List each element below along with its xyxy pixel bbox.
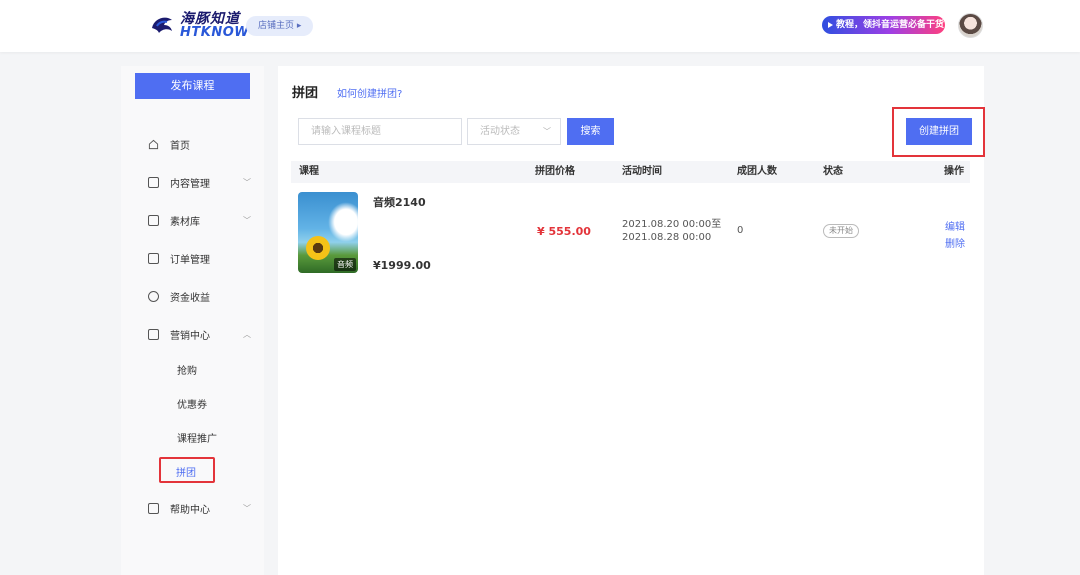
- logo[interactable]: 海豚知道 HTKNOW: [148, 11, 249, 41]
- sidebar-item-home[interactable]: 首页: [121, 134, 264, 154]
- sunflower-image: [306, 236, 330, 260]
- chevron-down-icon: ﹀: [243, 177, 251, 187]
- table-header: 课程 拼团价格 活动时间 成团人数 状态 操作: [291, 161, 970, 183]
- group-price: ¥ 555.00: [537, 225, 591, 238]
- dolphin-logo-icon: [152, 17, 172, 33]
- page-title: 拼团: [292, 86, 319, 101]
- sidebar-item-label: 资金收益: [170, 292, 210, 304]
- sidebar-item-label: 内容管理: [170, 178, 210, 190]
- audio-tag: 音频: [334, 258, 356, 271]
- sidebar-item-help[interactable]: 帮助中心 ﹀: [121, 498, 264, 518]
- course-thumbnail[interactable]: 音频: [298, 192, 358, 273]
- sidebar-item-content[interactable]: 内容管理 ﹀: [121, 172, 264, 192]
- sidebar-item-revenue[interactable]: 资金收益: [121, 286, 264, 306]
- sidebar-item-label: 首页: [170, 140, 190, 152]
- sidebar-item-label: 订单管理: [170, 254, 210, 266]
- sidebar-item-label: 素材库: [170, 216, 200, 228]
- activity-time: 2021.08.20 00:00至2021.08.28 00:00: [622, 219, 722, 243]
- sidebar-item-materials[interactable]: 素材库 ﹀: [121, 210, 264, 230]
- clipboard-icon: [148, 252, 159, 264]
- course-price: ¥1999.00: [373, 259, 431, 272]
- folder-icon: [148, 214, 159, 226]
- chevron-up-icon: ︿: [243, 329, 251, 339]
- sidebar-item-label: 帮助中心: [170, 504, 210, 516]
- group-count: 0: [737, 225, 744, 236]
- sidebar-subitem-coupons[interactable]: 优惠券: [121, 393, 264, 413]
- top-header: 海豚知道 HTKNOW 店铺主页 ▸ 教程，领抖音运营必备干货: [0, 0, 1080, 52]
- how-to-create-link[interactable]: 如何创建拼团?: [337, 85, 402, 100]
- logo-en-text: HTKNOW: [180, 25, 250, 40]
- create-button-highlight: 创建拼团: [892, 107, 985, 157]
- marketing-icon: [148, 328, 159, 340]
- sidebar: 发布课程 首页 内容管理 ﹀ 素材库 ﹀ 订单管理 资金收益 营销中心 ︿ 抢购…: [121, 66, 264, 575]
- chevron-down-icon: ﹀: [543, 127, 551, 136]
- table-row: 音频 音频2140 ¥1999.00 ¥ 555.00 2021.08.20 0…: [291, 183, 970, 275]
- publish-course-button[interactable]: 发布课程: [135, 73, 250, 99]
- content-icon: [148, 176, 159, 188]
- column-header: 操作: [944, 166, 964, 177]
- help-icon: [148, 502, 159, 514]
- delete-link[interactable]: 删除: [945, 235, 965, 250]
- status-select[interactable]: 活动状态 ﹀: [467, 118, 561, 145]
- shop-home-link[interactable]: 店铺主页 ▸: [246, 16, 314, 36]
- column-header: 状态: [823, 166, 843, 177]
- course-title[interactable]: 音频2140: [373, 194, 426, 210]
- user-avatar[interactable]: [958, 13, 983, 38]
- play-icon: [828, 21, 833, 28]
- search-input[interactable]: 请输入课程标题: [298, 118, 462, 145]
- money-bag-icon: [148, 290, 159, 302]
- sidebar-subitem-course-promo[interactable]: 课程推广: [121, 427, 264, 447]
- sidebar-item-orders[interactable]: 订单管理: [121, 248, 264, 268]
- chevron-down-icon: ﹀: [243, 215, 251, 225]
- status-badge: 未开始: [823, 224, 859, 238]
- column-header: 拼团价格: [535, 166, 575, 177]
- column-header: 课程: [299, 166, 319, 177]
- search-button[interactable]: 搜索: [567, 118, 614, 145]
- create-group-buy-button[interactable]: 创建拼团: [906, 118, 972, 145]
- edit-link[interactable]: 编辑: [945, 218, 965, 233]
- chevron-down-icon: ﹀: [243, 503, 251, 513]
- promo-banner[interactable]: 教程，领抖音运营必备干货: [822, 16, 945, 34]
- home-icon: [148, 139, 159, 149]
- sidebar-item-marketing[interactable]: 营销中心 ︿: [121, 324, 264, 344]
- column-header: 活动时间: [622, 166, 662, 177]
- column-header: 成团人数: [737, 166, 777, 177]
- sidebar-item-label: 营销中心: [170, 330, 210, 342]
- sidebar-subitem-flash-sale[interactable]: 抢购: [121, 359, 264, 379]
- main-panel: 拼团 如何创建拼团? 请输入课程标题 活动状态 ﹀ 搜索 创建拼团 课程 拼团价…: [278, 66, 985, 575]
- sidebar-subitem-group-buy[interactable]: 拼团: [159, 457, 215, 483]
